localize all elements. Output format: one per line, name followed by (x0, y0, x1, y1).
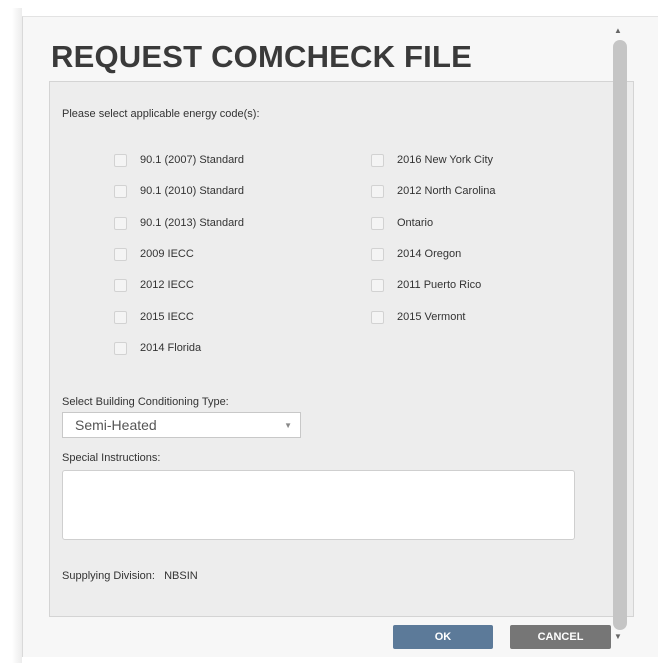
cancel-button[interactable]: CANCEL (510, 625, 611, 649)
energy-code-option[interactable]: 2014 Florida (114, 338, 201, 358)
energy-code-label: 2015 IECC (140, 311, 194, 323)
energy-code-label: 90.1 (2007) Standard (140, 154, 244, 166)
dialog-title: REQUEST COMCHECK FILE (51, 39, 472, 74)
conditioning-type-select[interactable]: Semi-Heated ▼ (62, 412, 301, 438)
form-panel: Please select applicable energy code(s):… (49, 81, 634, 617)
checkbox[interactable] (114, 341, 127, 355)
energy-code-option[interactable]: 90.1 (2010) Standard (114, 181, 244, 201)
energy-code-label: 2015 Vermont (397, 311, 466, 323)
scroll-up-arrow-icon[interactable]: ▲ (614, 26, 622, 35)
checkbox[interactable] (371, 247, 384, 261)
scroll-down-arrow-icon[interactable]: ▼ (614, 632, 622, 641)
checkbox[interactable] (114, 216, 127, 230)
checkbox[interactable] (371, 310, 384, 324)
energy-code-label: 2012 IECC (140, 279, 194, 291)
energy-code-label: 2011 Puerto Rico (397, 279, 482, 291)
energy-code-option[interactable]: 90.1 (2007) Standard (114, 150, 244, 170)
energy-code-label: 2009 IECC (140, 248, 194, 260)
energy-code-label: 2014 Oregon (397, 248, 462, 260)
energy-code-option[interactable]: 2009 IECC (114, 244, 194, 264)
checkbox[interactable] (371, 216, 384, 230)
energy-code-option[interactable]: 2011 Puerto Rico (371, 275, 481, 295)
energy-code-label: 2012 North Carolina (397, 185, 496, 197)
checkbox[interactable] (114, 184, 127, 198)
request-comcheck-dialog: REQUEST COMCHECK FILE Please select appl… (22, 16, 658, 657)
conditioning-type-label: Select Building Conditioning Type: (62, 396, 229, 408)
checkbox[interactable] (114, 247, 127, 261)
scrollbar-thumb[interactable] (613, 40, 627, 630)
energy-code-option[interactable]: Ontario (371, 213, 433, 233)
energy-code-option[interactable]: 2012 IECC (114, 275, 194, 295)
special-instructions-label: Special Instructions: (62, 452, 161, 464)
energy-code-option[interactable]: 2016 New York City (371, 150, 493, 170)
supplying-division-label: Supplying Division: (62, 570, 155, 582)
supplying-division-value: NBSIN (164, 570, 198, 582)
energy-code-option[interactable]: 2015 IECC (114, 307, 194, 327)
energy-code-option[interactable]: 90.1 (2013) Standard (114, 213, 244, 233)
vertical-scrollbar[interactable]: ▲ ▼ (608, 22, 632, 642)
chevron-down-icon[interactable]: ▼ (284, 421, 292, 430)
energy-code-label: 2016 New York City (397, 154, 493, 166)
dialog-shadow (12, 8, 22, 663)
energy-code-option[interactable]: 2012 North Carolina (371, 181, 495, 201)
conditioning-type-value: Semi-Heated (75, 417, 157, 433)
supplying-division: Supplying Division: NBSIN (62, 570, 198, 582)
energy-code-label: 90.1 (2013) Standard (140, 217, 244, 229)
ok-button[interactable]: OK (393, 625, 493, 649)
checkbox[interactable] (371, 278, 384, 292)
energy-code-label: 90.1 (2010) Standard (140, 185, 244, 197)
energy-code-label: 2014 Florida (140, 342, 202, 354)
checkbox[interactable] (371, 184, 384, 198)
checkbox[interactable] (114, 310, 127, 324)
special-instructions-textarea[interactable] (62, 470, 575, 540)
energy-code-option[interactable]: 2014 Oregon (371, 244, 461, 264)
energy-code-label: Ontario (397, 217, 434, 229)
energy-code-option[interactable]: 2015 Vermont (371, 307, 466, 327)
checkbox[interactable] (371, 153, 384, 167)
checkbox[interactable] (114, 153, 127, 167)
energy-code-prompt: Please select applicable energy code(s): (62, 108, 260, 120)
checkbox[interactable] (114, 278, 127, 292)
